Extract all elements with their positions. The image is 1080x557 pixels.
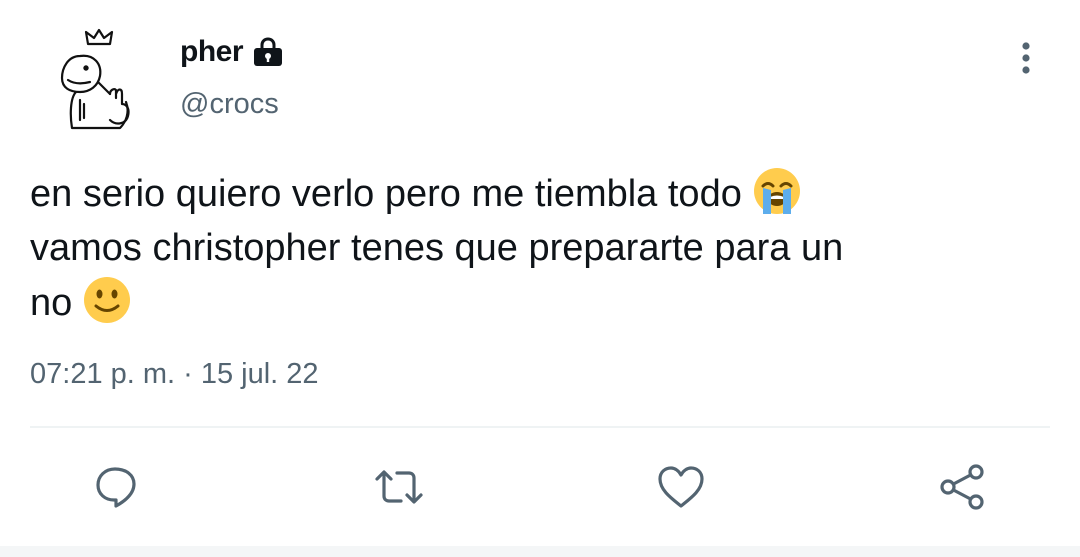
display-name[interactable]: pher	[180, 35, 244, 69]
avatar-dino-drawing	[60, 28, 130, 130]
retweet-button[interactable]	[364, 455, 434, 519]
user-handle[interactable]: @crocs	[180, 88, 285, 121]
divider	[30, 426, 1050, 428]
tweet-text: en serio quiero verlo pero me tiembla to…	[30, 166, 1030, 330]
tweet-text-line-1-content: en serio quiero verlo pero me tiembla to…	[30, 173, 742, 215]
slightly-smiling-face-icon	[84, 277, 131, 323]
author-info: pher @crocs	[180, 32, 285, 121]
display-name-row: pher	[180, 32, 285, 72]
lock-icon	[251, 37, 285, 67]
reply-button[interactable]	[82, 455, 152, 519]
share-icon	[940, 464, 984, 510]
bottom-edge	[0, 546, 1080, 557]
tweet-timestamp[interactable]: 07:21 p. m. · 15 jul. 22	[30, 358, 319, 391]
heart-icon	[658, 466, 704, 508]
tweet: pher @crocs en serio quiero verlo pero m…	[0, 0, 1080, 557]
retweet-icon	[375, 470, 423, 504]
more-options-button[interactable]	[1008, 38, 1044, 78]
action-bar	[0, 455, 1080, 525]
tweet-text-line-1: en serio quiero verlo pero me tiembla to…	[30, 166, 1030, 221]
tweet-text-line-2: vamos christopher tenes que prepararte p…	[30, 227, 844, 269]
avatar[interactable]	[50, 24, 146, 136]
like-button[interactable]	[646, 455, 716, 519]
loudly-crying-face-icon	[753, 168, 800, 214]
reply-icon	[96, 467, 136, 508]
share-button[interactable]	[928, 455, 998, 519]
more-vertical-icon	[1022, 42, 1030, 74]
tweet-text-line-3-content: no	[30, 282, 73, 324]
tweet-text-line-3: no	[30, 275, 1030, 330]
